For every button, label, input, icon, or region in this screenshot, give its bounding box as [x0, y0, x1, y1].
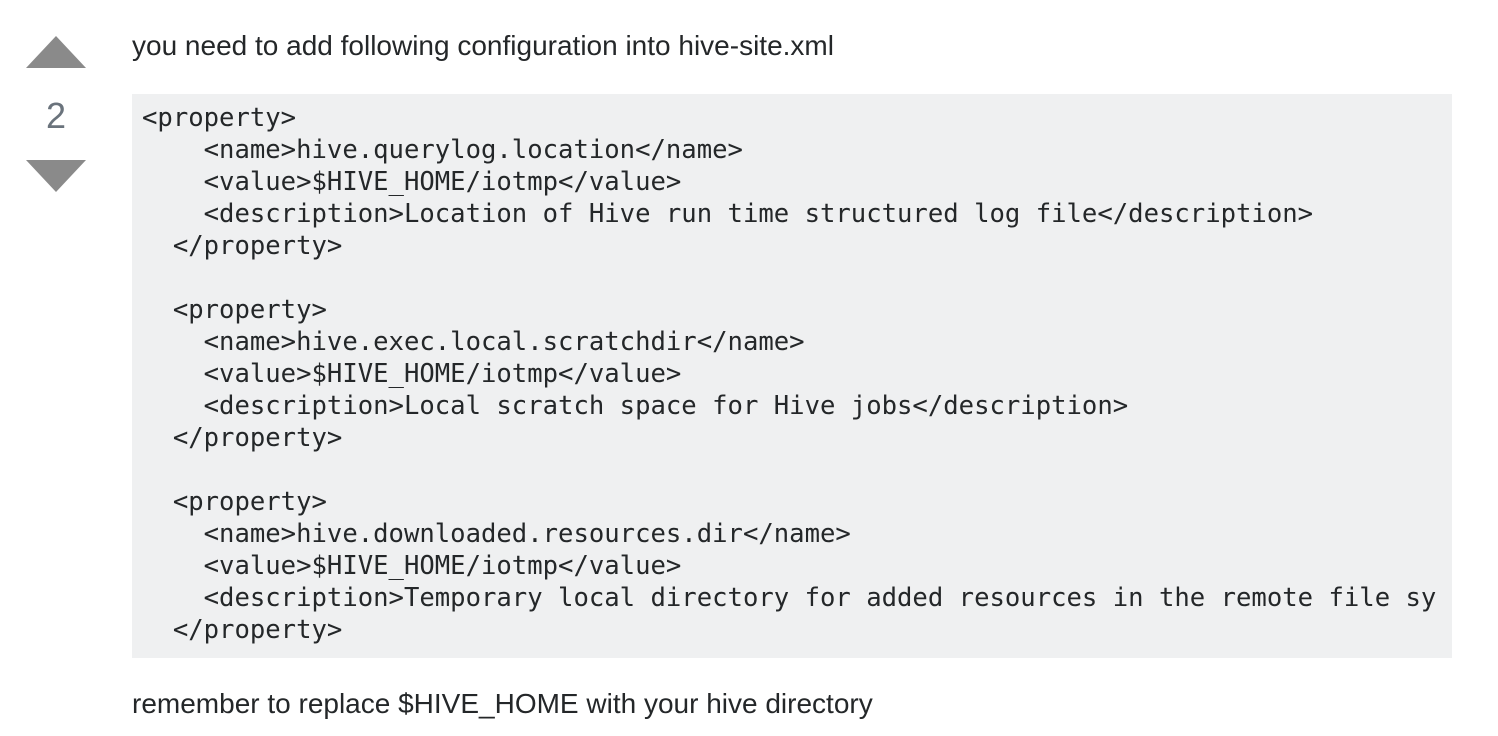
answer: 2 you need to add following configuratio… — [0, 0, 1498, 736]
vote-up-icon[interactable] — [26, 36, 86, 68]
post-intro-text: you need to add following configuration … — [132, 30, 834, 61]
vote-down-icon[interactable] — [26, 160, 86, 192]
vote-count: 2 — [45, 95, 67, 136]
post-outro-text: remember to replace $HIVE_HOME with your… — [132, 688, 873, 719]
code-text: <property> <name>hive.querylog.location<… — [142, 103, 1437, 645]
vote-cell: 2 — [22, 36, 90, 192]
code-block[interactable]: <property> <name>hive.querylog.location<… — [132, 94, 1452, 658]
